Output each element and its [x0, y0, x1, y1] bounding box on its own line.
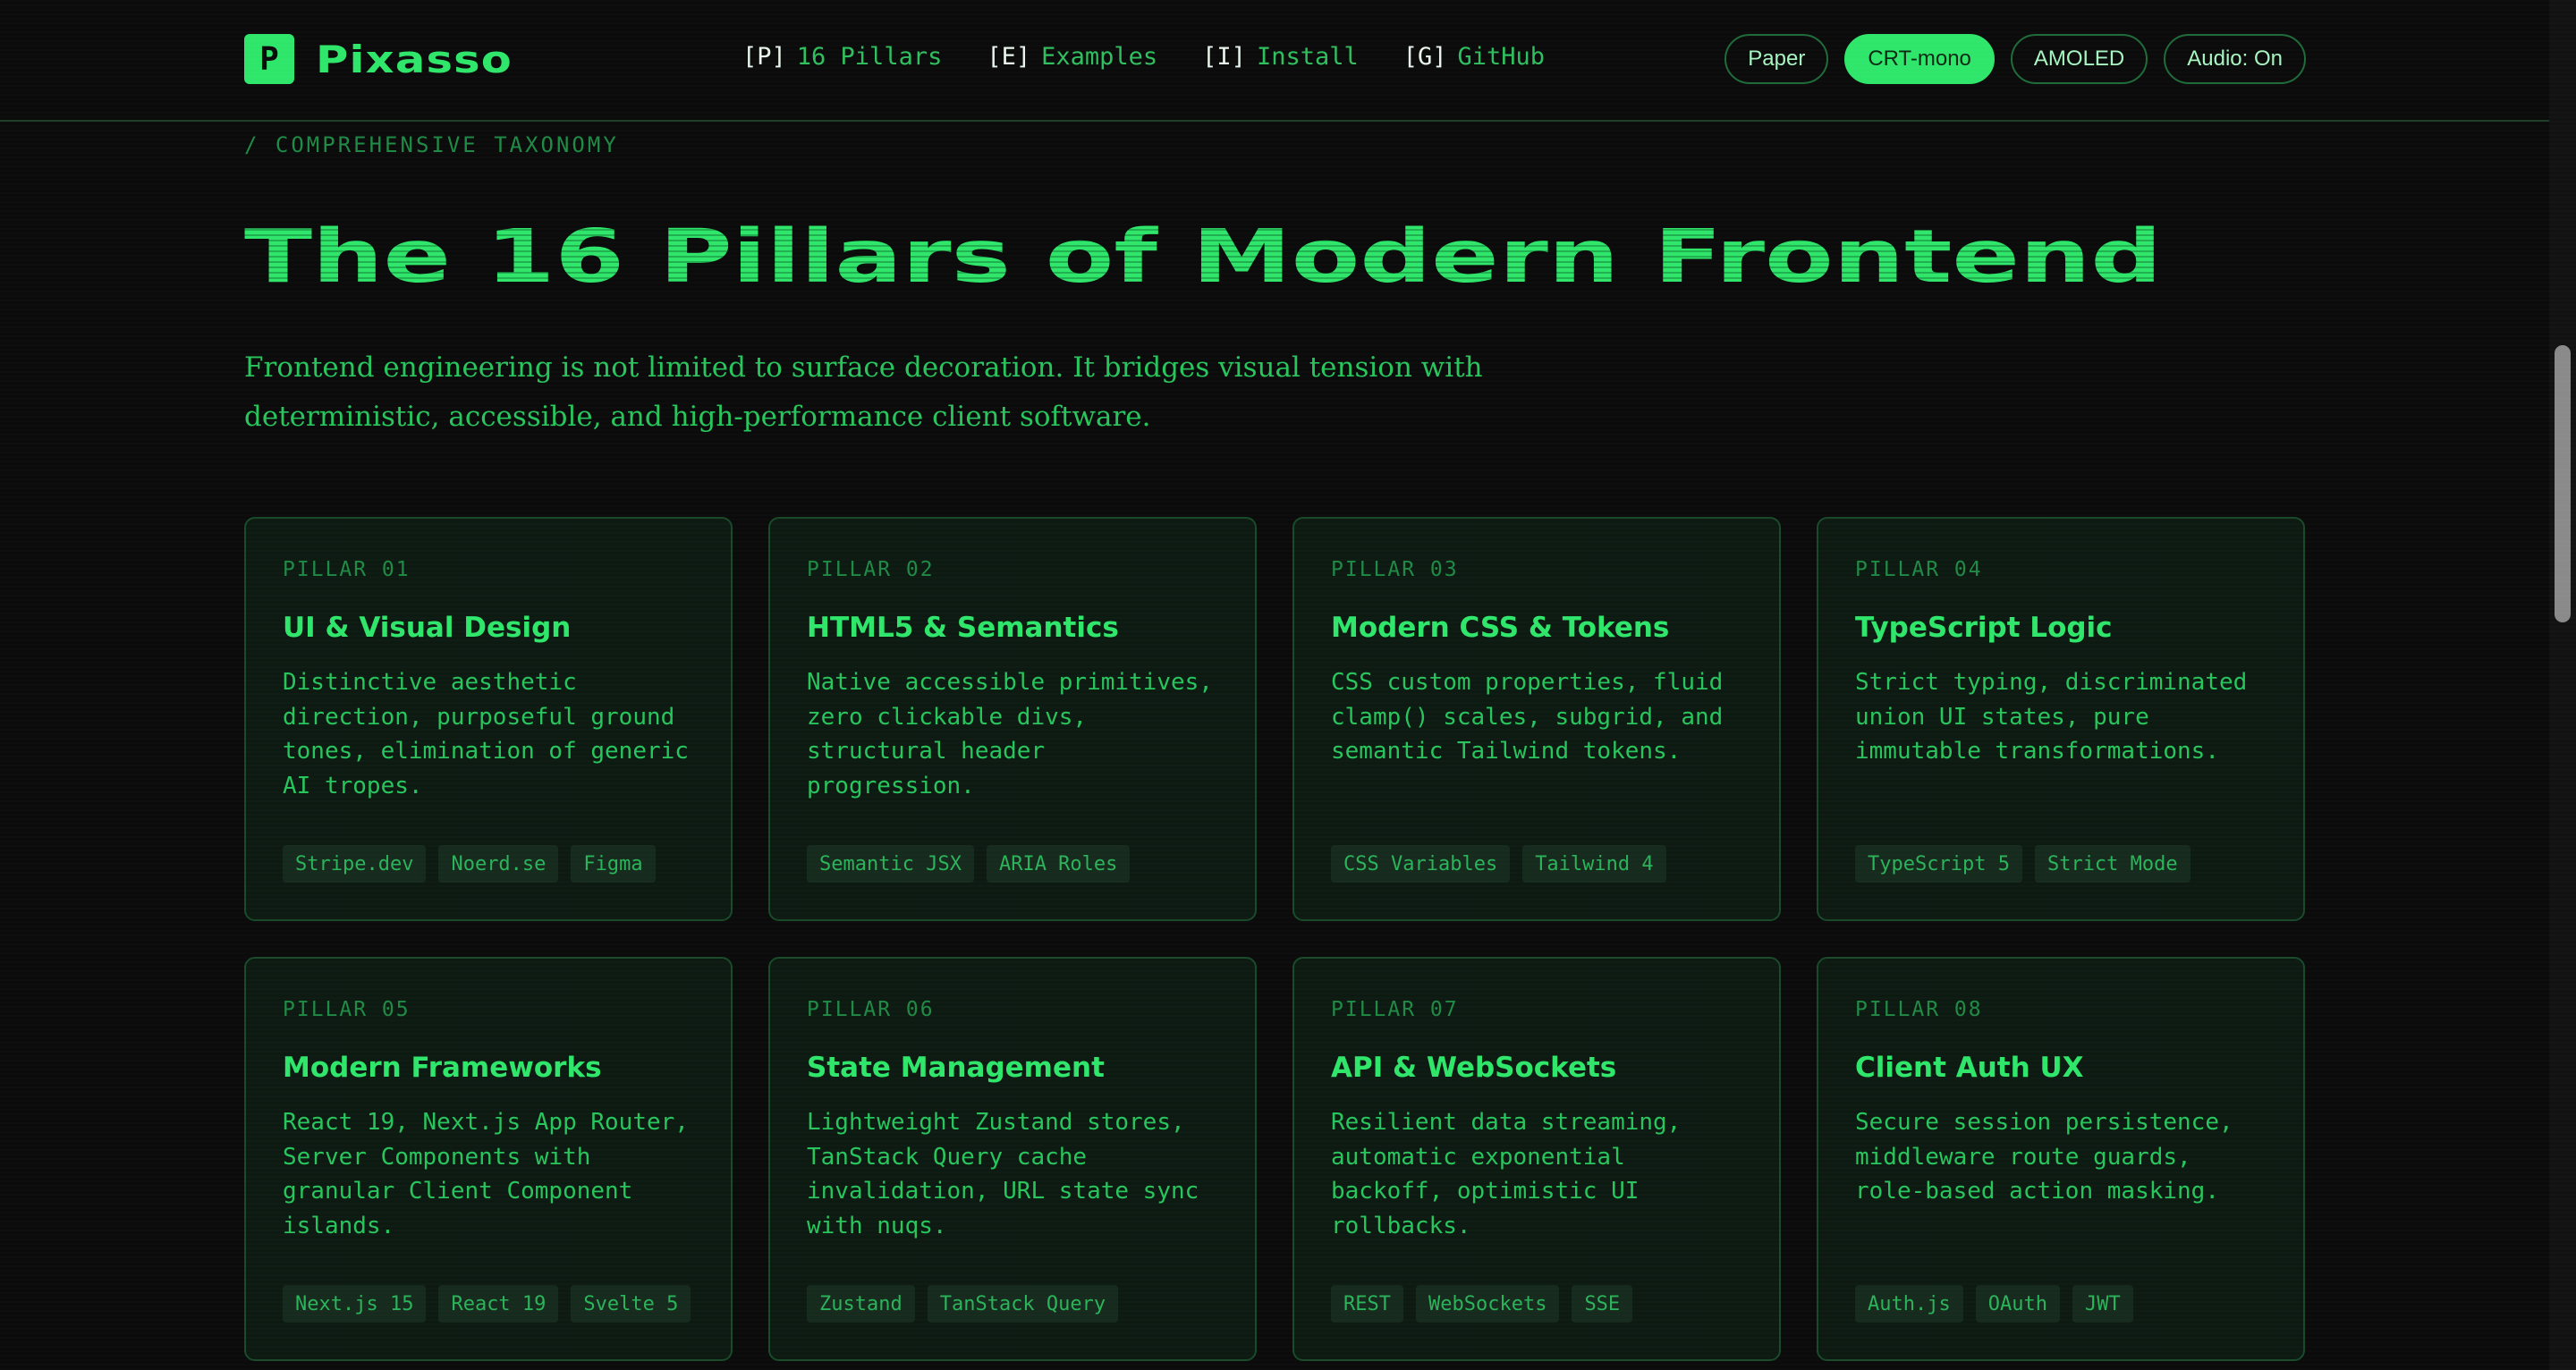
site-header: P Pixasso [P] 16 Pillars [E] Examples [I… [0, 0, 2549, 122]
theme-switcher: Paper CRT-mono AMOLED Audio: On [1724, 34, 2306, 84]
audio-toggle-button[interactable]: Audio: On [2164, 34, 2306, 84]
pillar-tags: REST WebSockets SSE [1331, 1285, 1633, 1323]
nav-github[interactable]: [G] GitHub [1403, 43, 1545, 71]
nav-label: 16 Pillars [796, 43, 943, 71]
pillar-tag: TanStack Query [927, 1285, 1119, 1323]
pillar-description: Native accessible primitives, zero click… [807, 669, 1213, 799]
pillar-tags: TypeScript 5 Strict Mode [1855, 845, 2190, 883]
pillar-number: PILLAR 03 [1331, 558, 1459, 581]
pillar-tag: Figma [571, 845, 656, 883]
pillar-tags: Zustand TanStack Query [807, 1285, 1119, 1323]
pillar-tag: Auth.js [1855, 1285, 1963, 1323]
pillar-title: TypeScript Logic [1855, 612, 2113, 644]
pillar-card[interactable]: PILLAR 06 State Management Lightweight Z… [768, 957, 1257, 1361]
pillar-title: Client Auth UX [1855, 1052, 2084, 1084]
pillar-description: Distinctive aesthetic direction, purpose… [283, 669, 689, 799]
pillar-number: PILLAR 07 [1331, 998, 1459, 1021]
pillar-tag: TypeScript 5 [1855, 845, 2022, 883]
pillar-tag: Tailwind 4 [1522, 845, 1666, 883]
pillar-tags: Semantic JSX ARIA Roles [807, 845, 1131, 883]
nav-install[interactable]: [I] Install [1202, 43, 1359, 71]
pillar-description: Resilient data streaming, automatic expo… [1331, 1109, 1682, 1239]
nav-label: GitHub [1457, 43, 1546, 71]
pillar-title: Modern CSS & Tokens [1331, 612, 1670, 644]
pillar-tags: Stripe.dev Noerd.se Figma [283, 845, 656, 883]
page-scrollbar[interactable] [2549, 0, 2576, 1370]
pillar-tag: Semantic JSX [807, 845, 974, 883]
brand-logo[interactable]: P Pixasso [244, 34, 512, 84]
pillar-number: PILLAR 05 [283, 998, 411, 1021]
theme-crt-mono-button[interactable]: CRT-mono [1844, 34, 1995, 84]
main-nav: [P] 16 Pillars [E] Examples [I] Install … [742, 43, 1545, 71]
nav-shortcut-key: [P] [742, 43, 786, 71]
pillar-tag: REST [1331, 1285, 1403, 1323]
pillar-tag: Stripe.dev [283, 845, 427, 883]
pillar-tag: JWT [2072, 1285, 2133, 1323]
pillar-card[interactable]: PILLAR 01 UI & Visual Design Distinctive… [244, 517, 733, 921]
pillar-tag: Svelte 5 [571, 1285, 691, 1323]
pillar-card[interactable]: PILLAR 04 TypeScript Logic Strict typing… [1817, 517, 2305, 921]
nav-16-pillars[interactable]: [P] 16 Pillars [742, 43, 942, 71]
pillar-tags: Auth.js OAuth JWT [1855, 1285, 2133, 1323]
pillar-number: PILLAR 02 [807, 558, 935, 581]
nav-shortcut-key: [G] [1402, 43, 1447, 71]
pillar-tag: CSS Variables [1331, 845, 1511, 883]
pillar-tag: Zustand [807, 1285, 915, 1323]
pillar-number: PILLAR 06 [807, 998, 935, 1021]
pillar-card[interactable]: PILLAR 07 API & WebSockets Resilient dat… [1292, 957, 1781, 1361]
nav-shortcut-key: [E] [987, 43, 1031, 71]
pillar-tag: WebSockets [1415, 1285, 1560, 1323]
brand-name: Pixasso [316, 37, 513, 81]
pillar-card[interactable]: PILLAR 03 Modern CSS & Tokens CSS custom… [1292, 517, 1781, 921]
pillar-description: CSS custom properties, fluid clamp() sca… [1331, 669, 1724, 765]
pillar-card[interactable]: PILLAR 02 HTML5 & Semantics Native acces… [768, 517, 1257, 921]
pillar-tags: Next.js 15 React 19 Svelte 5 [283, 1285, 691, 1323]
page-title: The 16 Pillars of Modern Frontend [244, 215, 2163, 300]
pillar-title: API & WebSockets [1331, 1052, 1617, 1084]
pillar-title: UI & Visual Design [283, 612, 572, 644]
pillar-tag: SSE [1572, 1285, 1633, 1323]
pillar-number: PILLAR 01 [283, 558, 411, 581]
theme-paper-button[interactable]: Paper [1724, 34, 1829, 84]
pillar-description: Strict typing, discriminated union UI st… [1855, 669, 2248, 765]
pillar-number: PILLAR 08 [1855, 998, 1983, 1021]
theme-amoled-button[interactable]: AMOLED [2010, 34, 2148, 84]
pillar-card[interactable]: PILLAR 05 Modern Frameworks React 19, Ne… [244, 957, 733, 1361]
pillar-title: HTML5 & Semantics [807, 612, 1119, 644]
nav-shortcut-key: [I] [1202, 43, 1246, 71]
nav-examples[interactable]: [E] Examples [987, 43, 1157, 71]
nav-label: Install [1256, 43, 1359, 71]
pillar-tag: React 19 [438, 1285, 559, 1323]
pillar-number: PILLAR 04 [1855, 558, 1983, 581]
pillar-tag: ARIA Roles [986, 845, 1131, 883]
nav-label: Examples [1041, 43, 1158, 71]
pillar-tag: OAuth [1975, 1285, 2060, 1323]
pillar-description: Lightweight Zustand stores, TanStack Que… [807, 1109, 1199, 1239]
hero-description: Frontend engineering is not limited to s… [244, 351, 1483, 433]
pillar-title: Modern Frameworks [283, 1052, 602, 1084]
pillar-tag: Noerd.se [438, 845, 559, 883]
pillar-tag: Strict Mode [2034, 845, 2190, 883]
scrollbar-thumb[interactable] [2555, 345, 2571, 622]
pillars-grid: PILLAR 01 UI & Visual Design Distinctive… [244, 517, 2305, 1361]
pillar-card[interactable]: PILLAR 08 Client Auth UX Secure session … [1817, 957, 2305, 1361]
pillar-title: State Management [807, 1052, 1105, 1084]
pillar-description: React 19, Next.js App Router, Server Com… [283, 1109, 689, 1239]
pillar-tag: Next.js 15 [283, 1285, 427, 1323]
section-eyebrow: / COMPREHENSIVE TAXONOMY [244, 132, 619, 157]
logo-mark-icon: P [244, 34, 294, 84]
pillar-description: Secure session persistence, middleware r… [1855, 1109, 2233, 1205]
pillar-tags: CSS Variables Tailwind 4 [1331, 845, 1666, 883]
